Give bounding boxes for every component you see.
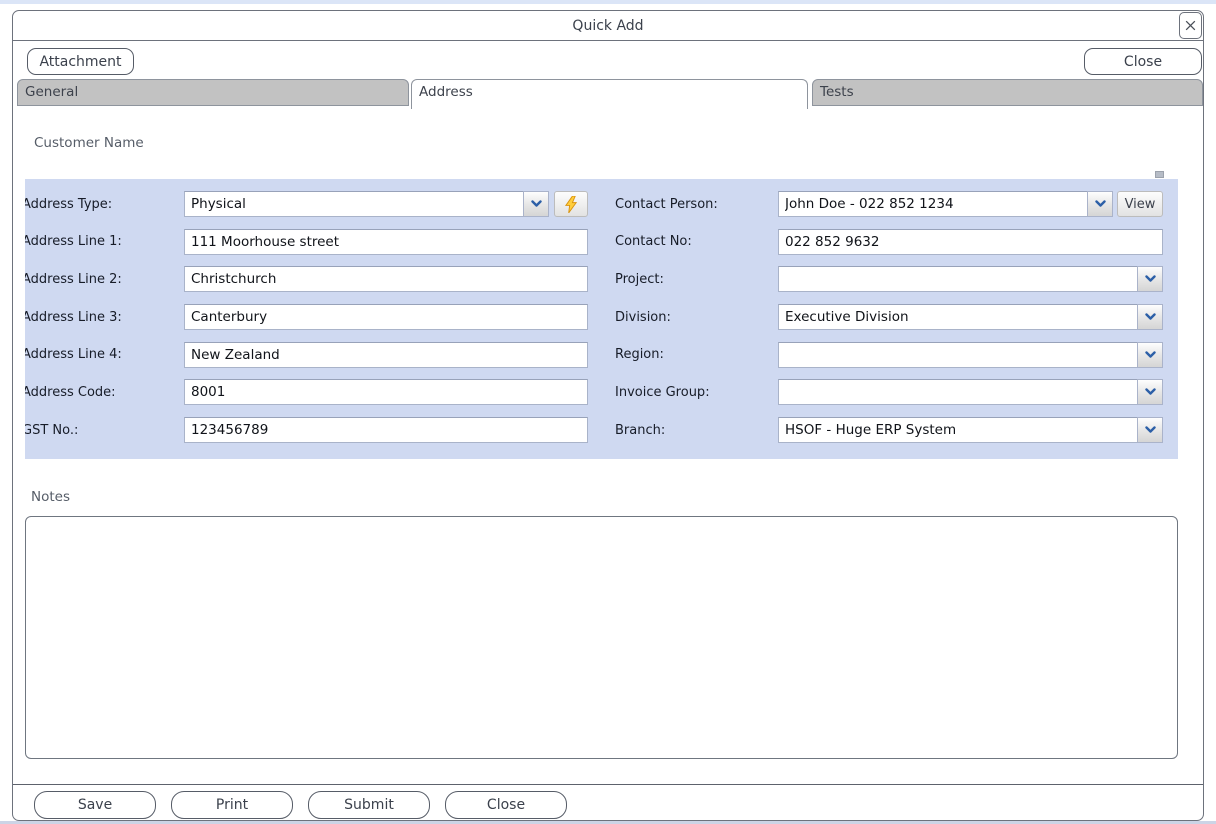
gst-no-label: GST No.: <box>25 423 184 438</box>
form-row: Address Line 4: <box>25 342 588 368</box>
chevron-down-icon <box>1095 200 1106 208</box>
notes-label: Notes <box>31 489 70 505</box>
footer-separator <box>13 784 1203 785</box>
branch-label: Branch: <box>615 423 778 438</box>
form-row: Address Type: <box>25 191 588 217</box>
x-icon <box>1184 19 1197 32</box>
region-label: Region: <box>615 347 778 362</box>
address-type-input[interactable] <box>184 191 524 217</box>
form-row: Project: <box>615 266 1163 292</box>
branch-dropdown-trigger[interactable] <box>1137 417 1163 443</box>
tab-general[interactable]: General <box>17 79 409 106</box>
address-line-3-label: Address Line 3: <box>25 310 184 325</box>
form-row: Address Code: <box>25 379 588 405</box>
contact-person-dropdown-trigger[interactable] <box>1087 191 1113 217</box>
address-type-label: Address Type: <box>25 197 184 212</box>
address-form-panel: Address Type: Address Line 1: Address Line… <box>25 179 1178 459</box>
chevron-down-icon <box>1145 351 1156 359</box>
address-line-1-input[interactable] <box>184 229 588 255</box>
form-row: Address Line 3: <box>25 304 588 330</box>
division-dropdown-trigger[interactable] <box>1137 304 1163 330</box>
attachment-button[interactable]: Attachment <box>27 48 134 75</box>
contact-no-input[interactable] <box>778 229 1163 255</box>
quick-add-dialog: Quick Add Attachment Close General Addre… <box>12 10 1204 821</box>
division-input[interactable] <box>778 304 1138 330</box>
address-code-input[interactable] <box>184 379 588 405</box>
chevron-down-icon <box>531 200 542 208</box>
submit-button[interactable]: Submit <box>308 791 430 819</box>
invoice-group-input[interactable] <box>778 379 1138 405</box>
form-row: Invoice Group: <box>615 379 1163 405</box>
lightning-bolt-icon <box>564 196 579 213</box>
save-button[interactable]: Save <box>34 791 156 819</box>
branch-input[interactable] <box>778 417 1138 443</box>
customer-name-label: Customer Name <box>34 135 144 151</box>
scrollbar-remnant <box>1155 171 1164 178</box>
contact-person-input[interactable] <box>778 191 1088 217</box>
address-line-4-input[interactable] <box>184 342 588 368</box>
notes-textarea[interactable] <box>25 516 1178 759</box>
lightning-button[interactable] <box>554 191 588 217</box>
window-close-button[interactable] <box>1179 12 1202 39</box>
address-line-1-label: Address Line 1: <box>25 234 184 249</box>
chevron-down-icon <box>1145 275 1156 283</box>
chevron-down-icon <box>1145 388 1156 396</box>
title-bar: Quick Add <box>13 11 1203 41</box>
region-input[interactable] <box>778 342 1138 368</box>
form-row: Region: <box>615 342 1163 368</box>
address-line-3-input[interactable] <box>184 304 588 330</box>
address-type-dropdown-trigger[interactable] <box>523 191 549 217</box>
address-line-4-label: Address Line 4: <box>25 347 184 362</box>
close-button[interactable]: Close <box>445 791 567 819</box>
close-button-top[interactable]: Close <box>1084 48 1202 75</box>
tab-tests[interactable]: Tests <box>812 79 1203 106</box>
tab-address[interactable]: Address <box>411 79 808 109</box>
form-row: Address Line 1: <box>25 229 588 255</box>
address-code-label: Address Code: <box>25 385 184 400</box>
form-row: Division: <box>615 304 1163 330</box>
form-row: Contact No: <box>615 229 1163 255</box>
gst-no-input[interactable] <box>184 417 588 443</box>
address-line-2-input[interactable] <box>184 266 588 292</box>
address-line-2-label: Address Line 2: <box>25 272 184 287</box>
view-button[interactable]: View <box>1117 191 1163 217</box>
form-column-left: Address Type: Address Line 1: Address Line… <box>25 179 588 443</box>
footer-button-bar: Save Print Submit Close <box>34 791 567 819</box>
chevron-down-icon <box>1145 313 1156 321</box>
invoice-group-dropdown-trigger[interactable] <box>1137 379 1163 405</box>
window-title: Quick Add <box>572 18 643 34</box>
project-label: Project: <box>615 272 778 287</box>
form-row: Address Line 2: <box>25 266 588 292</box>
form-row: GST No.: <box>25 417 588 443</box>
project-input[interactable] <box>778 266 1138 292</box>
background-top-strip <box>0 0 1216 4</box>
division-label: Division: <box>615 310 778 325</box>
contact-no-label: Contact No: <box>615 234 778 249</box>
chevron-down-icon <box>1145 426 1156 434</box>
contact-person-label: Contact Person: <box>615 197 778 212</box>
form-column-right: Contact Person: View Contact No: Project: Di… <box>615 179 1163 443</box>
region-dropdown-trigger[interactable] <box>1137 342 1163 368</box>
project-dropdown-trigger[interactable] <box>1137 266 1163 292</box>
form-row: Contact Person: View <box>615 191 1163 217</box>
form-row: Branch: <box>615 417 1163 443</box>
print-button[interactable]: Print <box>171 791 293 819</box>
invoice-group-label: Invoice Group: <box>615 385 778 400</box>
